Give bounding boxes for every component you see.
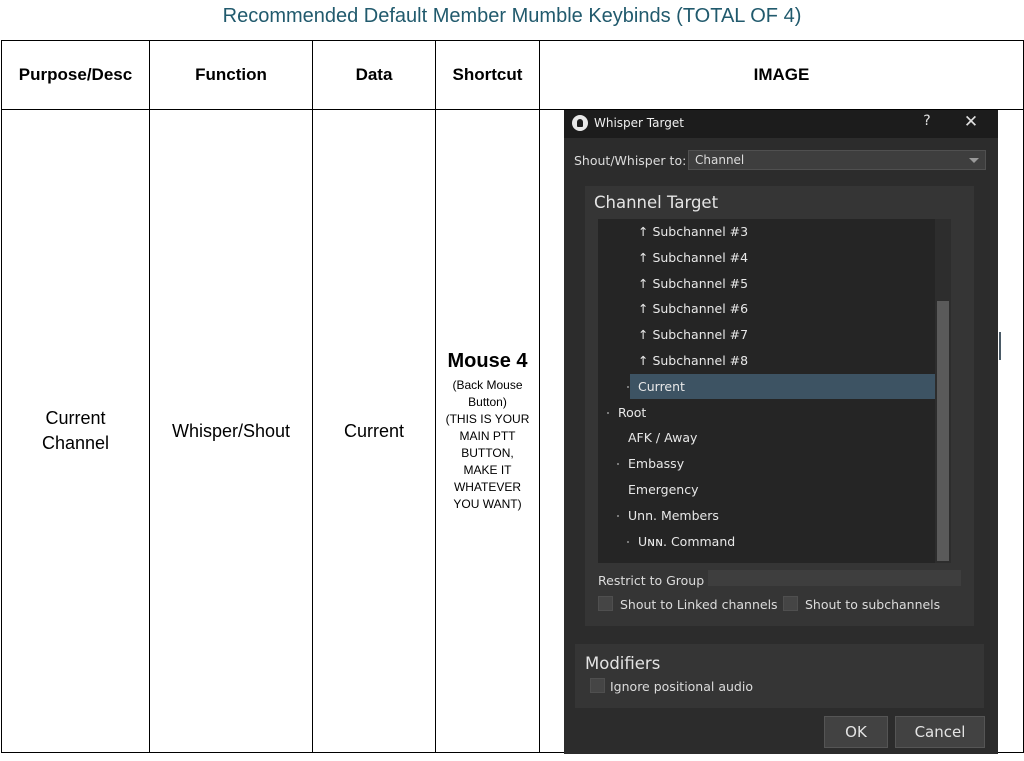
tree-item[interactable]: ↑ Subchannel #6 bbox=[598, 296, 948, 321]
restrict-group-input[interactable] bbox=[708, 570, 961, 586]
dialog-title: Whisper Target bbox=[594, 116, 684, 130]
tree-scrollbar-thumb[interactable] bbox=[937, 301, 949, 561]
ok-button[interactable]: OK bbox=[824, 716, 888, 748]
shortcut-note-line: BUTTON, bbox=[461, 445, 514, 460]
image-cell: Whisper Target ? ✕ Shout/Whisper to: Cha… bbox=[539, 109, 1024, 754]
purpose-line-2: Channel bbox=[41, 433, 110, 453]
channel-tree[interactable]: ↑ Subchannel #3 ↑ Subchannel #4 ↑ Subchann… bbox=[598, 219, 948, 563]
help-button[interactable]: ? bbox=[918, 113, 936, 133]
shout-whisper-select[interactable]: Channel bbox=[688, 150, 986, 170]
header-data: Data bbox=[312, 40, 436, 110]
shout-subchannels-label: Shout to subchannels bbox=[805, 597, 941, 612]
tree-item-label: AFK / Away bbox=[628, 430, 698, 446]
shout-subchannels-checkbox[interactable] bbox=[783, 596, 798, 611]
header-row: Purpose/Desc Function Data Shortcut IMAG… bbox=[1, 40, 1024, 110]
tree-item-selected[interactable]: Current bbox=[598, 373, 948, 399]
function-text: Whisper/Shout bbox=[171, 420, 291, 441]
tree-item-label: Uɴɴ. Command bbox=[638, 533, 736, 549]
tree-item-label: ↑ Subchannel #7 bbox=[638, 327, 749, 343]
close-button[interactable]: ✕ bbox=[960, 112, 982, 134]
table-row: Current Channel Whisper/Shout Current Mo… bbox=[1, 109, 1024, 754]
shortcut-main: Mouse 4 bbox=[447, 349, 528, 372]
shortcut-note-line: (Back Mouse bbox=[452, 377, 523, 392]
tree-item-label: Root bbox=[618, 404, 647, 420]
mumble-headset-icon bbox=[572, 115, 588, 131]
shout-whisper-label: Shout/Whisper to: bbox=[574, 153, 687, 168]
header-shortcut: Shortcut bbox=[435, 40, 540, 110]
function-cell: Whisper/Shout bbox=[149, 109, 313, 753]
tree-item[interactable]: Unn. Members bbox=[598, 503, 948, 528]
shout-whisper-value: Channel bbox=[695, 153, 745, 167]
whisper-target-dialog: Whisper Target ? ✕ Shout/Whisper to: Cha… bbox=[564, 110, 998, 754]
purpose-cell: Current Channel bbox=[1, 109, 150, 753]
header-purpose: Purpose/Desc bbox=[1, 40, 150, 110]
tree-item[interactable]: Root bbox=[598, 400, 948, 425]
keybind-table: Purpose/Desc Function Data Shortcut IMAG… bbox=[1, 40, 1024, 754]
restrict-group-label: Restrict to Group bbox=[598, 573, 705, 588]
header-image: IMAGE bbox=[539, 40, 1024, 110]
shortcut-note-line: MAKE IT bbox=[463, 462, 512, 477]
tree-branch-dot-icon bbox=[627, 385, 629, 388]
channel-target-title: Channel Target bbox=[594, 193, 719, 212]
modifiers-group: Modifiers Ignore positional audio bbox=[575, 644, 984, 708]
tree-item-label: Emergency bbox=[628, 482, 699, 497]
modifiers-title: Modifiers bbox=[585, 654, 661, 673]
tree-item[interactable]: Emergency bbox=[598, 477, 948, 502]
tree-item[interactable]: ↑ Subchannel #8 bbox=[598, 348, 948, 373]
tree-item-label: ↑ Subchannel #5 bbox=[638, 275, 749, 291]
tree-item-label: ↑ Subchannel #6 bbox=[638, 301, 749, 317]
shortcut-note-line: YOU WANT) bbox=[453, 496, 522, 511]
tree-branch-dot-icon bbox=[617, 463, 619, 466]
tree-item[interactable]: AFK / Away bbox=[598, 425, 948, 450]
document-title: Recommended Default Member Mumble Keybin… bbox=[222, 5, 802, 27]
tree-branch-dot-icon bbox=[617, 514, 619, 517]
tree-item-label: Current bbox=[638, 378, 685, 394]
ignore-positional-label: Ignore positional audio bbox=[610, 679, 753, 694]
header-function: Function bbox=[149, 40, 313, 110]
tree-item[interactable]: ↑ Subchannel #3 bbox=[598, 219, 948, 244]
ignore-positional-checkbox[interactable] bbox=[590, 678, 605, 693]
cancel-button[interactable]: Cancel bbox=[895, 716, 985, 748]
shout-linked-checkbox[interactable] bbox=[598, 596, 613, 611]
channel-target-group: Channel Target ↑ Subchannel #3 ↑ Subchann… bbox=[585, 186, 974, 626]
tree-item-label: ↑ Subchannel #4 bbox=[638, 249, 749, 265]
tree-item-label: Embassy bbox=[628, 456, 685, 472]
tree-item-label: ↑ Subchannel #8 bbox=[638, 353, 749, 368]
shout-linked-label: Shout to Linked channels bbox=[620, 597, 778, 612]
tree-item-label: ↑ Subchannel #3 bbox=[638, 224, 749, 239]
shortcut-cell: Mouse 4 (Back Mouse Button) (THIS IS YOU… bbox=[435, 109, 540, 753]
data-text: Current bbox=[343, 420, 405, 441]
tree-item[interactable]: ↑ Subchannel #4 bbox=[598, 245, 948, 270]
tree-branch-dot-icon bbox=[607, 411, 609, 414]
shortcut-note-line: (THIS IS YOUR bbox=[445, 411, 530, 426]
data-cell: Current bbox=[312, 109, 436, 753]
window-edge-marker bbox=[999, 332, 1001, 360]
tree-item[interactable]: Uɴɴ. Command bbox=[598, 529, 948, 554]
shortcut-note-line: MAIN PTT bbox=[459, 428, 516, 443]
tree-item[interactable]: Embassy bbox=[598, 451, 948, 476]
purpose-line-1: Current bbox=[45, 408, 106, 428]
dialog-titlebar: Whisper Target ? ✕ bbox=[564, 110, 998, 138]
shortcut-note-line: WHATEVER bbox=[453, 479, 522, 494]
tree-item[interactable]: ↑ Subchannel #7 bbox=[598, 322, 948, 347]
tree-item-label: Unn. Members bbox=[628, 507, 719, 523]
tree-item[interactable]: ↑ Subchannel #5 bbox=[598, 271, 948, 296]
tree-branch-dot-icon bbox=[627, 540, 629, 543]
chevron-down-icon bbox=[969, 158, 979, 163]
shortcut-note-line: Button) bbox=[468, 394, 507, 409]
